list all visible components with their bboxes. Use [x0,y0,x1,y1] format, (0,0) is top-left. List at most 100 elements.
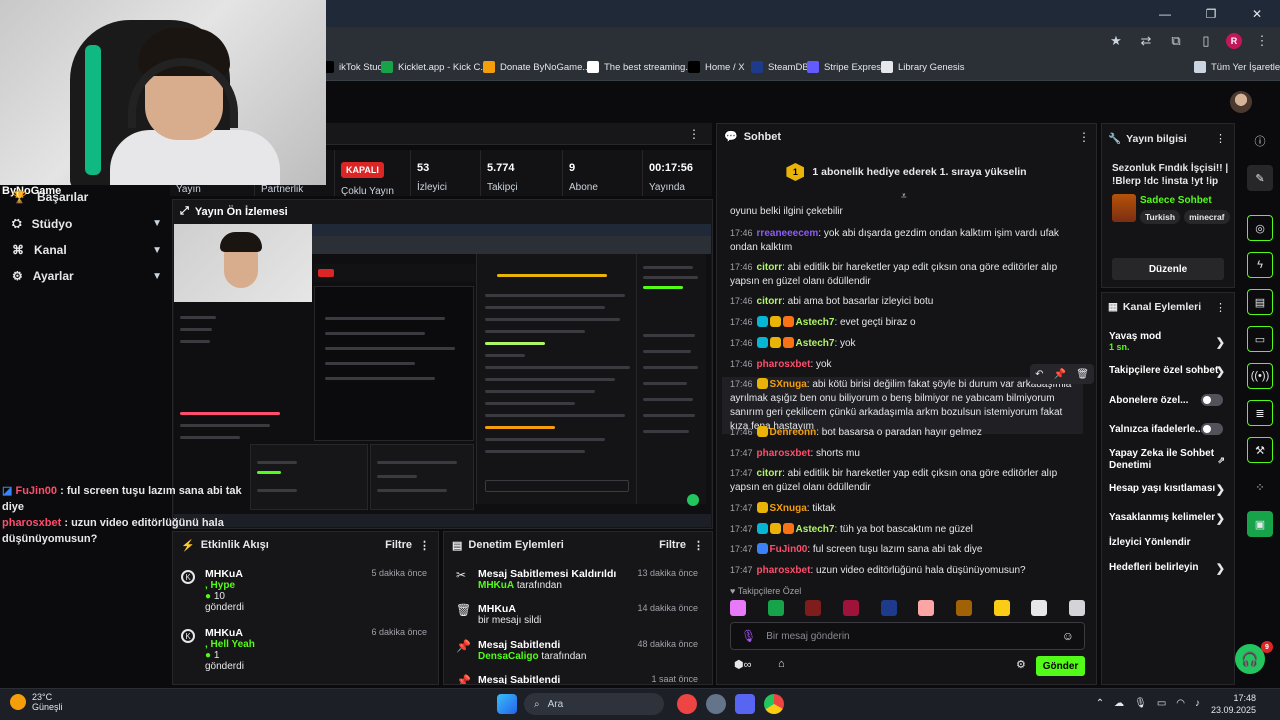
bookmark-star-icon[interactable]: ★ [1106,31,1126,51]
bookmark-item[interactable]: The best streaming... [587,61,693,73]
microphone-icon[interactable]: 🎙 [741,629,756,643]
edit-icon[interactable]: ✎ [1247,165,1273,191]
taskbar-search[interactable]: ⌕ Ara [524,693,664,715]
lightning-icon[interactable]: ϟ [1247,252,1273,278]
chat-username[interactable]: Astech7 [796,338,835,349]
menu-kebab-icon[interactable]: ⋮ [1215,132,1226,145]
message-icon[interactable]: ▭ [1247,326,1273,352]
chat-message[interactable]: 17:46 citorr: abi editlik bir hareketler … [730,260,1075,289]
volume-icon[interactable]: ♪ [1195,698,1200,709]
chat-username[interactable]: Astech7 [796,524,835,535]
emote-icon[interactable] [842,600,859,616]
chat-message[interactable]: 17:46 pharosxbet: yok [730,357,1075,372]
chevron-up-icon[interactable]: ⌃ [1096,698,1104,709]
info-icon[interactable]: ⓘ [1247,128,1273,154]
gear-icon[interactable]: ⚙ [1016,658,1026,671]
store-icon[interactable]: ⌂ [778,658,785,670]
chat-username[interactable]: pharosxbet [757,359,811,370]
emote-icon[interactable] [955,600,972,616]
bookmark-item[interactable]: ikTok Studio [322,61,390,73]
chat-username[interactable]: citorr [757,296,783,307]
trash-icon[interactable]: 🗑 [1076,369,1089,380]
chat-message[interactable]: 17:47 pharosxbet: shorts mu [730,446,1075,461]
weather-widget[interactable]: 23°C Güneşli [10,692,63,712]
chat-message[interactable]: 17:47 Astech7: tüh ya bot bascaktım ne gü… [730,522,1075,537]
layers-icon[interactable]: ≣ [1247,400,1273,426]
emotes-only-toggle[interactable] [1201,423,1223,435]
sidebar-icon[interactable]: ▯ [1196,31,1216,51]
pin-icon[interactable]: 📌 [1054,369,1066,380]
action-subscribers-only[interactable]: Abonelere özel... [1109,394,1229,406]
chat-message[interactable]: 17:47 citorr: abi editlik bir hareketler … [730,466,1075,495]
chat-username[interactable]: Denreonn [770,427,817,438]
menu-kebab-icon[interactable]: ⋮ [419,539,430,552]
send-button[interactable]: Gönder [1036,656,1085,676]
gift-leaderboard-banner[interactable]: 1 1 abonelik hediye ederek 1. sıraya yük… [716,157,1097,187]
user-avatar[interactable] [1230,91,1252,113]
clipboard-icon[interactable]: ▤ [1247,289,1273,315]
share-icon[interactable]: ⁘ [1247,474,1273,500]
chat-message[interactable]: 17:47 FuJin00: ful screen tuşu lazım sana… [730,542,1075,557]
emote-icon[interactable] [993,600,1010,616]
chat-username[interactable]: pharosxbet [757,565,811,576]
chat-message[interactable]: 17:46 Astech7: yok [730,336,1075,351]
menu-kebab-icon[interactable]: ⋮ [1252,31,1272,51]
stream-preview-video[interactable] [174,224,711,527]
emote-icon[interactable] [1068,600,1085,616]
extensions-icon[interactable]: ⧉ [1166,31,1186,51]
windows-start-icon[interactable] [497,694,517,714]
chat-message[interactable]: 17:47 pharosxbet: uzun video editörlüğünü… [730,563,1075,578]
network-icon[interactable]: ☁ [1114,698,1124,709]
sidebar-item-channel[interactable]: ⌘ Kanal ▼ [12,243,162,257]
action-emotes-only[interactable]: Yalnızca ifadelerle... [1109,423,1229,435]
restore-icon[interactable]: ❐ [1188,0,1234,27]
minimize-icon[interactable]: — [1142,0,1188,27]
wifi-icon[interactable]: ◠ [1176,698,1185,709]
bookmark-item[interactable]: Donate ByNoGame... [483,61,590,73]
translate-icon[interactable]: ⇄ [1136,31,1156,51]
chat-message[interactable]: oyunu belki ilgini çekebilir [730,205,1075,219]
chat-username[interactable]: citorr [757,468,783,479]
chat-username[interactable]: pharosxbet [757,448,811,459]
bookmark-item[interactable]: Home / X [688,61,745,73]
kick-points-icon[interactable]: ⬢∞ [734,658,751,671]
subscribers-only-toggle[interactable] [1201,394,1223,406]
emoji-icon[interactable]: ☺ [1062,629,1074,643]
chat-message[interactable]: 17:46 Denreonn: bot basarsa o paradan hay… [730,425,1075,440]
broadcast-icon[interactable]: ((•)) [1247,363,1273,389]
taskbar-clock[interactable]: 17:48 23.09.2025 [1211,692,1256,716]
sidebar-item-settings[interactable]: ⚙ Ayarlar ▼ [12,269,162,283]
emote-icon[interactable] [767,600,784,616]
action-goals[interactable]: Hedefleri belirleyin ❯ [1109,562,1229,575]
action-slow-mode[interactable]: Yavaş mod 1 sn. ❯ [1109,331,1229,352]
chat-message[interactable]: 17:47 SXnuga: tiktak [730,501,1075,516]
microphone-icon[interactable]: 🎙 [1134,698,1147,709]
menu-kebab-icon[interactable]: ⋮ [688,127,700,141]
chat-message[interactable]: 17:46 citorr: abi ama bot basarlar izleyi… [730,294,1075,309]
menu-kebab-icon[interactable]: ⋮ [1215,301,1226,314]
emote-icon[interactable] [1031,600,1048,616]
app-icon-recorder[interactable] [677,694,697,714]
profile-avatar[interactable]: R [1226,33,1242,49]
chat-username[interactable]: FuJin00 [770,544,808,555]
menu-kebab-icon[interactable]: ⋮ [1078,130,1090,144]
bookmark-item[interactable]: Tüm Yer İşaretleri [1194,61,1280,73]
emote-icon[interactable] [730,600,746,616]
chat-username[interactable]: Astech7 [796,317,835,328]
close-icon[interactable]: ✕ [1234,0,1280,27]
sidebar-item-achievements[interactable]: 🏆 Başarılar [12,190,162,204]
action-ai-moderation[interactable]: Yapay Zeka ile Sohbet Denetimi ⇗ [1109,448,1225,472]
app-icon-discord[interactable] [735,694,755,714]
bookmark-item[interactable]: SteamDB [751,61,809,73]
app-icon-obs[interactable] [706,694,726,714]
chat-input[interactable] [766,630,1052,642]
bookmark-item[interactable]: Kicklet.app - Kick C... [381,61,488,73]
action-raid[interactable]: İzleyici Yönlendir [1109,537,1229,548]
chat-message[interactable]: 17:46 rreaneeecem: yok abi dışarda gezdim… [730,226,1075,255]
action-banned-words[interactable]: Yasaklanmış kelimeler ❯ [1109,512,1229,525]
tool-icon[interactable]: ⚒ [1247,437,1273,463]
action-followers-only[interactable]: Takipçilere özel sohbet ❯ [1109,365,1229,378]
chat-username[interactable]: citorr [757,262,783,273]
display-icon[interactable]: ▭ [1157,698,1166,709]
bookmark-item[interactable]: Stripe Express [807,61,886,73]
